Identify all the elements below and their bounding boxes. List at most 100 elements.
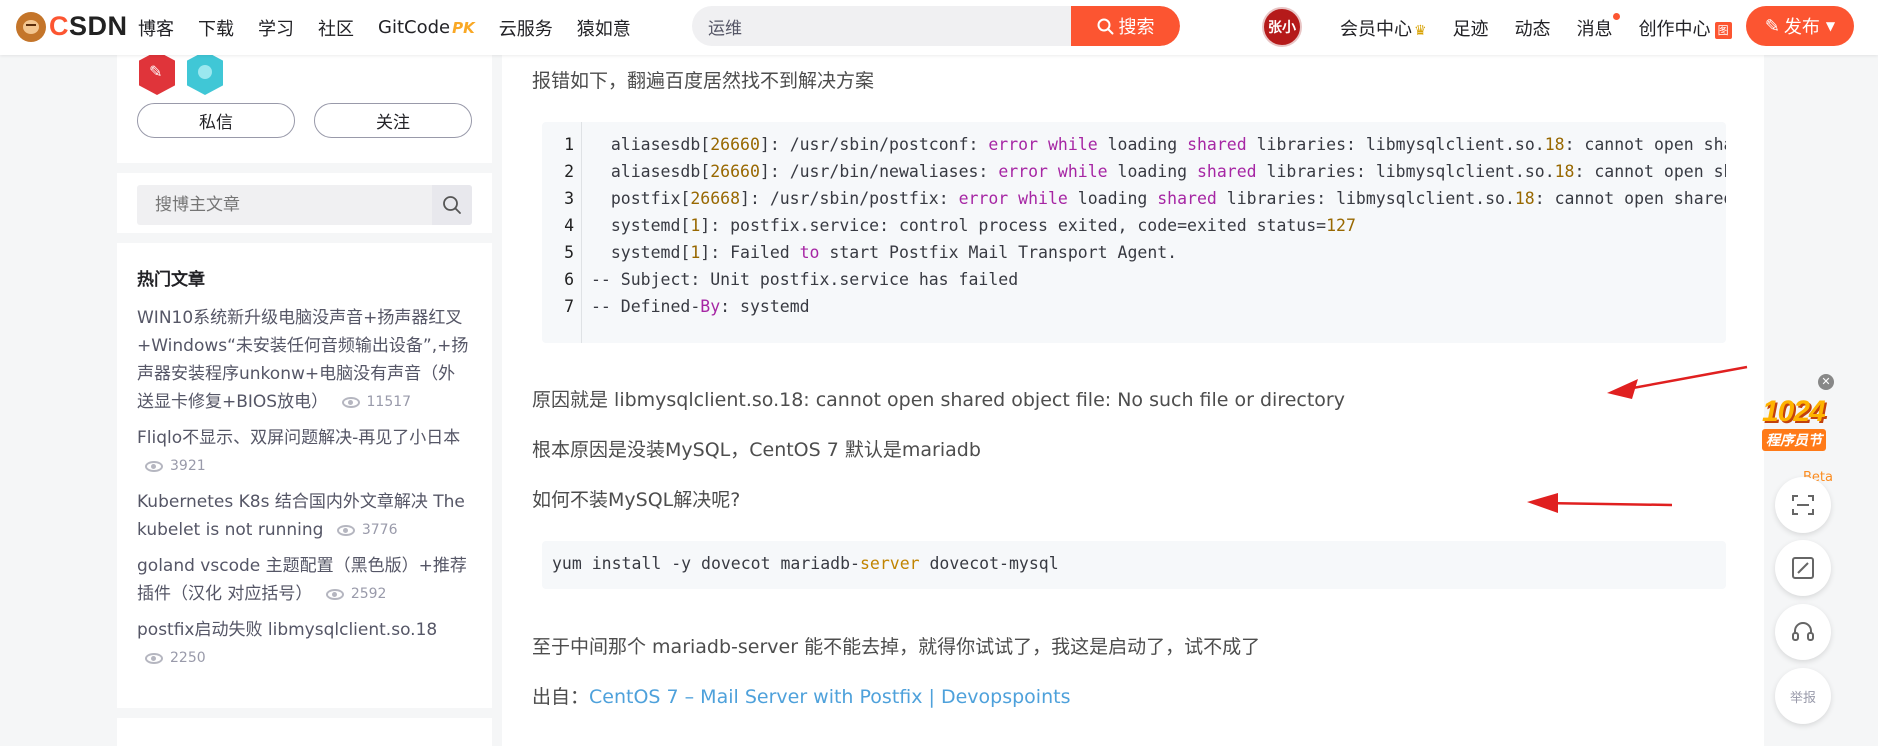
unread-dot-icon xyxy=(1612,12,1620,20)
scan-icon xyxy=(1792,495,1814,515)
view-count: 3921 xyxy=(145,452,206,480)
hot-article-title: postfix启动失败 libmysqlclient.so.18 xyxy=(137,620,438,640)
view-count-value: 11517 xyxy=(366,394,412,410)
headset-icon xyxy=(1792,622,1814,641)
private-message-button[interactable]: 私信 xyxy=(137,103,295,138)
article-intro: 报错如下，翻遍百度居然找不到解决方案 xyxy=(532,70,875,92)
line-number: 1 xyxy=(564,135,574,154)
annotation-arrow-line xyxy=(1621,365,1748,392)
hot-article[interactable]: WIN10系统新升级电脑没声音+扬声器红叉+Windows“未安装任何音频输出设… xyxy=(137,304,472,416)
search-button-label: 搜索 xyxy=(1118,17,1155,38)
pen-icon: ✎ xyxy=(1764,15,1780,37)
install-cmd-keyword: server xyxy=(859,554,920,573)
code-line: -- Defined-By: systemd xyxy=(591,297,810,316)
publish-button[interactable]: ✎ 发布 ▼ xyxy=(1746,6,1854,46)
annotation-arrow-head xyxy=(1607,379,1638,399)
chevron-down-icon: ▼ xyxy=(1825,19,1836,33)
hot-article-title: Fliqlo不显示、双屏问题解决-再见了小日本 xyxy=(137,428,461,448)
code-line: aliasesdb[26660]: /usr/bin/newaliases: e… xyxy=(591,162,1726,181)
member-center-label: 会员中心 xyxy=(1340,18,1412,40)
logo-text: CSDN xyxy=(49,11,128,41)
line-number-gutter: 1 2 3 4 5 6 7 xyxy=(542,122,582,343)
annotation-arrows xyxy=(1527,365,1748,513)
view-count-value: 3776 xyxy=(361,522,398,538)
nav-yuanruyi[interactable]: 猿如意 xyxy=(577,15,631,41)
crown-icon: ♛ xyxy=(1414,22,1427,39)
install-code-block: yum install -y dovecot mariadb-server do… xyxy=(542,541,1726,589)
hot-articles-title: 热门文章 xyxy=(137,270,205,290)
author-card: 私信 关注 xyxy=(117,51,492,163)
ai-assistant-button[interactable] xyxy=(1775,477,1831,533)
dynamic-link[interactable]: 动态 xyxy=(1515,15,1551,41)
hot-article[interactable]: goland vscode 主题配置（黑色版）+推荐插件（汉化 对应括号） 25… xyxy=(137,552,472,608)
user-avatar[interactable]: 张小 xyxy=(1262,7,1302,47)
nav-learn[interactable]: 学习 xyxy=(258,15,294,41)
hot-article-title: Kubernetes K8s 结合国内外文章解决 The kubelet is … xyxy=(137,492,465,540)
source-paragraph: 出自：CentOS 7 – Mail Server with Postfix |… xyxy=(532,682,1070,709)
programmer-day-promo[interactable]: 1024 程序员节 xyxy=(1762,397,1838,457)
eye-icon xyxy=(145,460,163,472)
annotation-arrow-head xyxy=(1527,493,1558,513)
nav-download[interactable]: 下载 xyxy=(198,15,234,41)
code-line: systemd[1]: Failed to start Postfix Mail… xyxy=(591,243,1178,262)
message-label: 消息 xyxy=(1576,18,1613,40)
footprint-link[interactable]: 足迹 xyxy=(1453,15,1489,41)
line-number: 5 xyxy=(564,243,574,262)
view-count: 2250 xyxy=(145,644,206,672)
search-input[interactable] xyxy=(692,6,1072,46)
pk-badge: PK xyxy=(452,19,475,37)
blogger-search-input[interactable] xyxy=(137,185,427,225)
eye-icon xyxy=(325,588,344,600)
blogger-search xyxy=(137,185,472,225)
creation-center-link[interactable]: 创作中心图 xyxy=(1639,15,1732,41)
hot-article-title: goland vscode 主题配置（黑色版）+推荐插件（汉化 对应括号） xyxy=(137,556,467,604)
top-navigation-bar: CSDN 博客 下载 学习 社区 GitCodePK 云服务 猿如意 搜索 张小… xyxy=(0,0,1878,55)
view-count-value: 2250 xyxy=(170,650,206,666)
line-number: 4 xyxy=(564,216,574,235)
view-count: 2592 xyxy=(325,580,387,608)
nav-blog[interactable]: 博客 xyxy=(138,15,174,41)
top-search: 搜索 xyxy=(692,6,1180,46)
eye-icon xyxy=(336,524,355,536)
note-paragraph: 至于中间那个 mariadb-server 能不能去掉，就得你试试了，我这是启动… xyxy=(532,636,1261,658)
customer-service-button[interactable] xyxy=(1775,604,1831,660)
csdn-logo[interactable]: CSDN xyxy=(16,11,128,42)
nav-cloud[interactable]: 云服务 xyxy=(499,15,553,41)
blogger-search-button[interactable] xyxy=(432,185,472,225)
line-number: 2 xyxy=(564,162,574,181)
user-links: 会员中心 ♛ 足迹 动态 消息 创作中心图 xyxy=(1340,0,1758,55)
view-count: 11517 xyxy=(341,388,412,416)
install-cmd-part: dovecot-mysql xyxy=(919,554,1059,573)
hot-article[interactable]: postfix启动失败 libmysqlclient.so.18 2250 xyxy=(137,616,472,672)
search-icon xyxy=(443,196,461,214)
promo-close-icon[interactable]: ✕ xyxy=(1818,374,1834,390)
author-badge-pen-icon xyxy=(139,51,175,95)
error-code-block: 1 2 3 4 5 6 7 aliasesdb[26660]: /usr/sbi… xyxy=(542,122,1726,343)
root-cause-paragraph: 根本原因是没装MySQL，CentOS 7 默认是mariadb xyxy=(532,439,981,461)
nav-gitcode[interactable]: GitCode PK xyxy=(378,17,475,38)
hot-article-title: WIN10系统新升级电脑没声音+扬声器红叉+Windows“未安装任何音频输出设… xyxy=(137,308,469,412)
hot-article[interactable]: Fliqlo不显示、双屏问题解决-再见了小日本 3921 xyxy=(137,424,472,480)
question-paragraph: 如何不装MySQL解决呢? xyxy=(532,489,741,511)
promo-title: 1024 xyxy=(1762,395,1826,428)
install-cmd-part: yum install -y dovecot mariadb- xyxy=(552,554,860,573)
view-count: 3776 xyxy=(336,516,398,544)
search-button[interactable]: 搜索 xyxy=(1071,6,1180,46)
report-button[interactable]: 举报 xyxy=(1775,668,1831,724)
code-line: systemd[1]: postfix.service: control pro… xyxy=(591,216,1356,235)
message-link[interactable]: 消息 xyxy=(1576,12,1620,41)
line-number: 6 xyxy=(564,270,574,289)
edit-button[interactable] xyxy=(1775,540,1831,596)
hot-articles-card: 热门文章 WIN10系统新升级电脑没声音+扬声器红叉+Windows“未安装任何… xyxy=(117,243,492,708)
nav-community[interactable]: 社区 xyxy=(318,15,354,41)
view-count-value: 2592 xyxy=(350,586,387,602)
search-icon xyxy=(1097,18,1113,34)
source-label: 出自： xyxy=(532,686,590,708)
member-center-link[interactable]: 会员中心 ♛ xyxy=(1340,15,1427,41)
promo-subtitle: 程序员节 xyxy=(1762,429,1826,451)
line-number: 3 xyxy=(564,189,574,208)
publish-label: 发布 xyxy=(1783,17,1820,38)
hot-article[interactable]: Kubernetes K8s 结合国内外文章解决 The kubelet is … xyxy=(137,488,472,544)
source-link[interactable]: CentOS 7 – Mail Server with Postfix | De… xyxy=(589,686,1070,708)
follow-button[interactable]: 关注 xyxy=(314,103,472,138)
